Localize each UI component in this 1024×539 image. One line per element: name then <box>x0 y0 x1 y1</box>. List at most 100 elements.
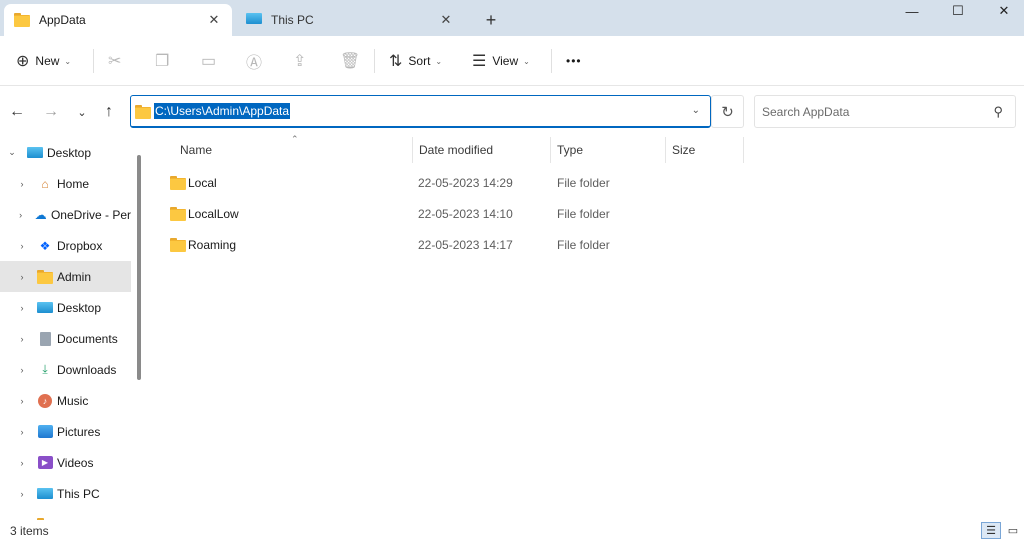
more-options-button[interactable]: ••• <box>566 46 582 76</box>
minimize-button[interactable]: — <box>889 0 935 22</box>
sidebar-item-downloads[interactable]: › ⤓ Downloads <box>0 354 131 385</box>
item-count: 3 items <box>10 524 49 538</box>
this-pc-icon <box>37 487 53 501</box>
up-button[interactable]: ↑ <box>97 100 121 124</box>
column-divider[interactable] <box>743 137 744 163</box>
chevron-right-icon[interactable]: › <box>15 272 29 282</box>
sidebar-item-admin[interactable]: › Admin <box>0 261 131 292</box>
file-list: ⌃ Name Date modified Type Size Local 22-… <box>150 134 1024 520</box>
arrow-right-icon: → <box>43 103 59 120</box>
sidebar-item-videos[interactable]: › ▶ Videos <box>0 447 131 478</box>
address-row: ← → ⌄ ↑ C:\Users\Admin\AppData ⌄ ↻ Searc… <box>0 87 1024 137</box>
tiles-view-button[interactable]: ▭ <box>1003 522 1023 539</box>
chevron-right-icon[interactable]: › <box>15 458 29 468</box>
refresh-icon: ↻ <box>721 103 734 121</box>
details-view-button[interactable]: ☰ <box>981 522 1001 539</box>
new-button[interactable]: ⊕ New ⌄ <box>16 46 71 76</box>
chevron-right-icon[interactable]: › <box>15 179 29 189</box>
chevron-right-icon[interactable]: › <box>15 489 29 499</box>
pictures-icon <box>37 425 53 439</box>
share-button[interactable]: ⇪ <box>293 46 312 76</box>
table-row[interactable]: Local 22-05-2023 14:29 File folder <box>166 167 746 198</box>
recent-locations-button[interactable]: ⌄ <box>70 100 94 124</box>
chevron-right-icon[interactable]: › <box>15 427 29 437</box>
rename-button[interactable]: Ⓐ <box>246 46 268 76</box>
close-tab-icon[interactable]: ✕ <box>438 12 454 28</box>
file-date: 22-05-2023 14:10 <box>418 206 513 221</box>
navigation-pane: ⌄ Desktop › ⌂ Home › ☁ OneDrive - Per › … <box>0 137 148 520</box>
folder-icon <box>170 167 186 198</box>
sidebar-item-desktop-root[interactable]: ⌄ Desktop <box>0 137 131 168</box>
chevron-down-icon: ⌄ <box>435 56 443 66</box>
address-path[interactable]: C:\Users\Admin\AppData <box>154 103 291 119</box>
chevron-down-icon[interactable]: ⌄ <box>692 105 700 116</box>
chevron-down-icon: ⌄ <box>64 56 72 66</box>
downloads-icon: ⤓ <box>42 362 48 376</box>
rename-icon: Ⓐ <box>246 55 263 72</box>
plus-circle-icon: ⊕ <box>16 53 30 70</box>
sidebar-item-documents[interactable]: › Documents <box>0 323 131 354</box>
tab-label: AppData <box>39 13 86 27</box>
cut-button[interactable]: ✂ <box>108 46 127 76</box>
table-row[interactable]: Roaming 22-05-2023 14:17 File folder <box>166 229 746 260</box>
column-divider[interactable] <box>412 137 413 163</box>
file-name: Roaming <box>188 237 237 252</box>
chevron-right-icon[interactable]: › <box>15 396 29 406</box>
column-header-name[interactable]: Name <box>180 137 410 163</box>
sidebar-item-label: Downloads <box>57 362 117 377</box>
desktop-icon <box>37 301 53 315</box>
sidebar-item-pictures[interactable]: › Pictures <box>0 416 131 447</box>
chevron-right-icon[interactable]: › <box>15 334 29 344</box>
delete-button[interactable]: 🗑 <box>340 46 366 76</box>
file-name: LocalLow <box>188 206 239 221</box>
close-window-button[interactable]: ✕ <box>981 0 1024 22</box>
refresh-button[interactable]: ↻ <box>711 95 744 128</box>
tab-appdata[interactable]: AppData ✕ <box>4 4 232 36</box>
column-header-label: Size <box>672 143 696 157</box>
forward-button[interactable]: → <box>39 100 63 124</box>
column-header-date[interactable]: Date modified <box>419 137 549 163</box>
new-tab-button[interactable]: + <box>480 9 502 31</box>
column-header-type[interactable]: Type <box>557 137 662 163</box>
sidebar-item-this-pc[interactable]: › This PC <box>0 478 131 509</box>
sidebar-item-label: Admin <box>57 269 92 284</box>
title-bar: AppData ✕ This PC ✕ + — ☐ ✕ <box>0 0 1024 36</box>
table-row[interactable]: LocalLow 22-05-2023 14:10 File folder <box>166 198 746 229</box>
back-button[interactable]: ← <box>5 100 29 124</box>
sidebar-item-home[interactable]: › ⌂ Home <box>0 168 131 199</box>
column-divider[interactable] <box>665 137 666 163</box>
search-box[interactable]: Search AppData ⚲ <box>754 95 1016 128</box>
chevron-right-icon[interactable]: › <box>15 210 26 220</box>
close-tab-icon[interactable]: ✕ <box>206 12 222 28</box>
copy-icon: ❐ <box>155 53 170 70</box>
address-bar[interactable]: C:\Users\Admin\AppData ⌄ <box>130 95 711 128</box>
folder-icon <box>170 229 186 260</box>
search-input[interactable]: Search AppData <box>762 105 849 119</box>
sidebar-scrollbar[interactable] <box>137 155 141 380</box>
sidebar-item-partial[interactable]: › <box>0 509 131 520</box>
column-header-size[interactable]: Size <box>672 137 742 163</box>
sidebar-item-label: Videos <box>57 455 94 470</box>
column-header-label: Date modified <box>419 143 494 157</box>
view-button[interactable]: ☰ View ⌄ <box>472 46 530 76</box>
tab-this-pc[interactable]: This PC ✕ <box>236 4 464 36</box>
sidebar-item-onedrive[interactable]: › ☁ OneDrive - Per <box>0 199 131 230</box>
sidebar-item-dropbox[interactable]: › ❖ Dropbox <box>0 230 131 261</box>
sidebar-item-label: Documents <box>57 331 118 346</box>
chevron-down-icon[interactable]: ⌄ <box>5 147 19 158</box>
toolbar-divider <box>551 49 552 73</box>
sidebar-item-label: This PC <box>57 486 100 501</box>
chevron-right-icon[interactable]: › <box>15 241 29 251</box>
chevron-right-icon[interactable]: › <box>15 303 29 313</box>
maximize-button[interactable]: ☐ <box>935 0 981 22</box>
paste-button[interactable]: ▭ <box>201 46 222 76</box>
sort-button[interactable]: ⇅ Sort ⌄ <box>389 46 442 76</box>
sidebar-item-desktop[interactable]: › Desktop <box>0 292 131 323</box>
file-type: File folder <box>557 237 610 252</box>
copy-button[interactable]: ❐ <box>155 46 175 76</box>
chevron-right-icon[interactable]: › <box>15 365 29 375</box>
sidebar-item-music[interactable]: › ♪ Music <box>0 385 131 416</box>
trash-icon: 🗑 <box>340 53 361 70</box>
column-divider[interactable] <box>550 137 551 163</box>
tiles-view-icon: ▭ <box>1007 525 1019 537</box>
